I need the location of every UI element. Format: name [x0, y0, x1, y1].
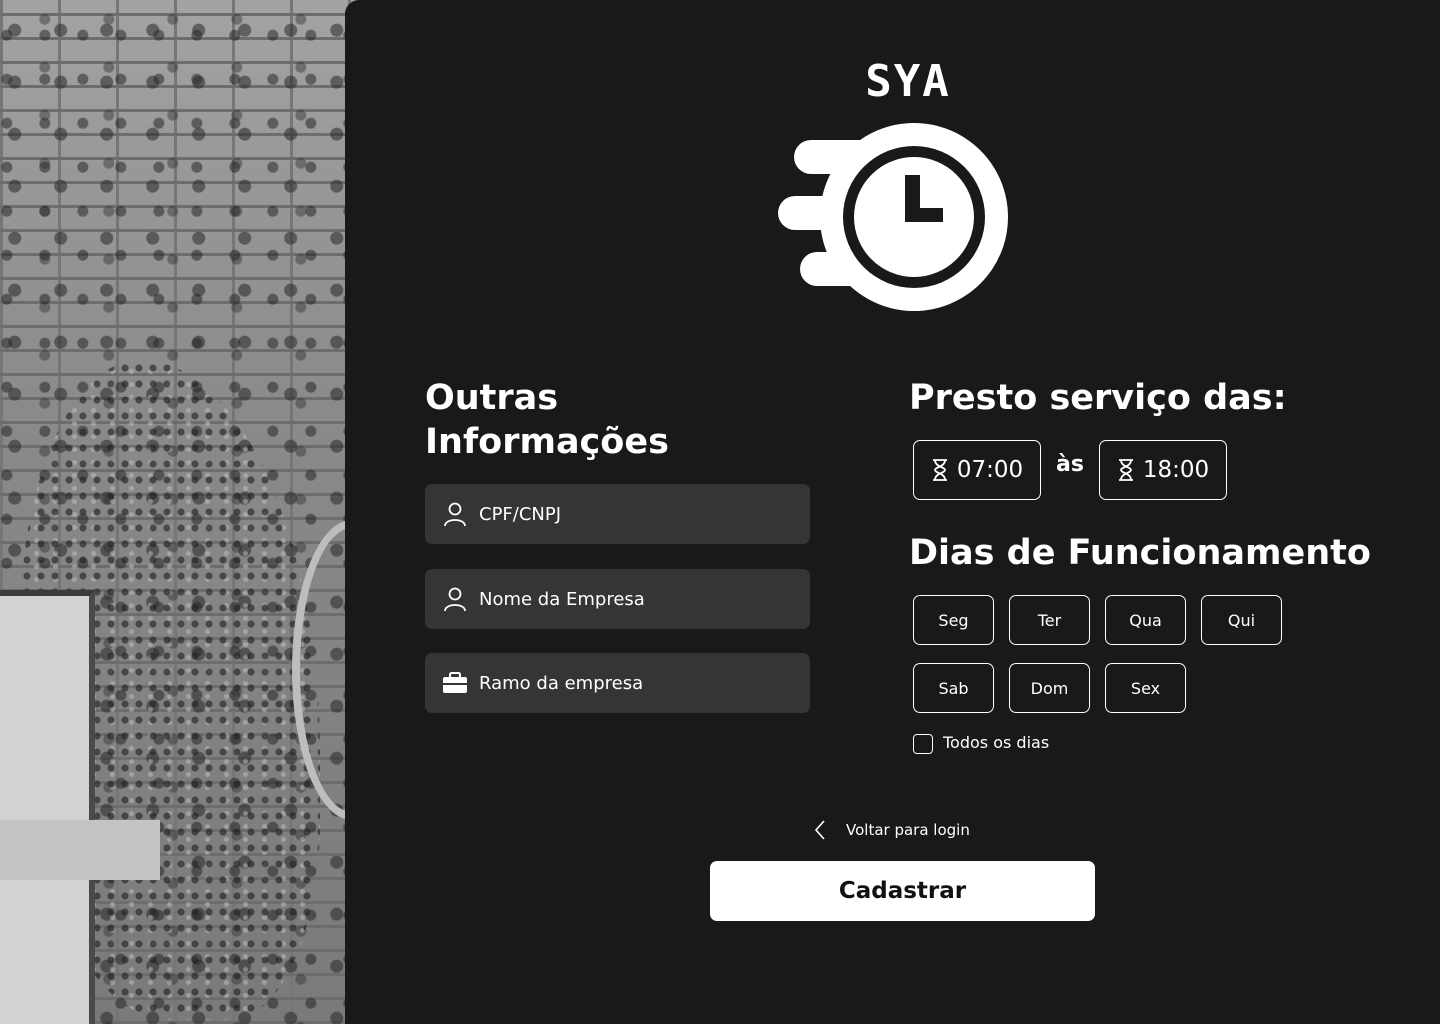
other-info-title-line1: Outras [425, 378, 559, 418]
all-days-label[interactable]: Todos os dias [943, 733, 1049, 752]
company-name-field[interactable]: Nome da Empresa [425, 569, 810, 629]
day-button-ter[interactable]: Ter [1009, 595, 1090, 645]
hourglass-icon [932, 459, 947, 481]
briefcase-icon [442, 670, 468, 696]
back-to-login-link[interactable]: Voltar para login [812, 816, 970, 844]
user-icon [442, 501, 468, 527]
cpf-cnpj-placeholder: CPF/CNPJ [479, 503, 562, 525]
day-button-seg[interactable]: Seg [913, 595, 994, 645]
other-info-title-line2: Informações [425, 422, 669, 462]
company-name-placeholder: Nome da Empresa [479, 588, 645, 610]
start-time-value: 07:00 [956, 457, 1024, 483]
clock-speed-icon [778, 123, 1008, 311]
user-icon [442, 586, 468, 612]
back-to-login-label: Voltar para login [846, 821, 970, 839]
day-button-qui[interactable]: Qui [1201, 595, 1282, 645]
time-separator: às [1056, 452, 1084, 477]
submit-button[interactable]: Cadastrar [710, 861, 1095, 921]
business-branch-placeholder: Ramo da empresa [479, 672, 644, 694]
ledge-shape [0, 820, 160, 880]
all-days-checkbox[interactable] [913, 734, 933, 754]
day-button-dom[interactable]: Dom [1009, 663, 1090, 713]
other-info-title: Outras Informações [425, 376, 669, 464]
start-time-picker[interactable]: 07:00 [913, 440, 1041, 500]
business-branch-field[interactable]: Ramo da empresa [425, 653, 810, 713]
service-hours-title: Presto serviço das: [909, 378, 1287, 418]
day-button-qua[interactable]: Qua [1105, 595, 1186, 645]
hourglass-icon [1118, 459, 1133, 481]
working-days-title: Dias de Funcionamento [909, 533, 1371, 573]
end-time-value: 18:00 [1142, 457, 1210, 483]
chevron-left-icon [814, 820, 825, 840]
pillar-shape [0, 590, 95, 1024]
background-photo [0, 0, 412, 1024]
end-time-picker[interactable]: 18:00 [1099, 440, 1227, 500]
brand-logo-text: SYA [865, 56, 951, 107]
cpf-cnpj-field[interactable]: CPF/CNPJ [425, 484, 810, 544]
day-button-sex[interactable]: Sex [1105, 663, 1186, 713]
day-button-sab[interactable]: Sab [913, 663, 994, 713]
